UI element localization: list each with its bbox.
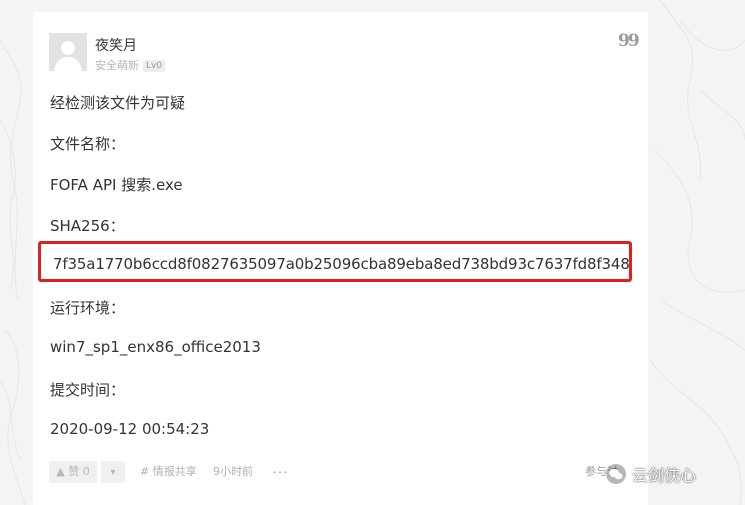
post-card: 夜笑月 安全萌新 Lv0 99 经检测该文件为可疑 文件名称： FOFA API … — [33, 12, 648, 505]
environment-value: win7_sp1_enx86_office2013 — [50, 338, 261, 356]
detection-result: 经检测该文件为可疑 — [50, 94, 186, 112]
tag-link[interactable]: # 情报共享 — [140, 461, 197, 483]
level-badge: Lv0 — [143, 60, 166, 72]
more-options-button[interactable]: ··· — [272, 461, 289, 481]
upvote-icon: ▲ — [56, 465, 65, 478]
watermark-text: 云剑侠心 — [632, 466, 697, 485]
sha256-highlight-box: 7f35a1770b6ccd8f0827635097a0b25096cba89e… — [38, 241, 632, 282]
downvote-icon: ▼ — [108, 467, 118, 477]
sha256-value: 7f35a1770b6ccd8f0827635097a0b25096cba89e… — [53, 255, 630, 273]
avatar[interactable] — [49, 33, 87, 71]
file-name-value: FOFA API 搜索.exe — [50, 176, 183, 194]
like-count: 0 — [82, 465, 90, 478]
user-silhouette-icon — [54, 41, 82, 71]
file-name-label: 文件名称： — [50, 135, 126, 153]
wechat-watermark: 云剑侠心 — [606, 460, 696, 488]
tag-label: 情报共享 — [152, 465, 197, 478]
sha256-label: SHA256： — [50, 217, 125, 235]
user-role: 安全萌新 Lv0 — [95, 57, 166, 73]
like-label: 赞 — [68, 465, 80, 478]
hash-icon: # — [140, 465, 150, 478]
post-footer: ▲ 赞 0 ▼ # 情报共享 9小时前 ··· 参与讨 — [49, 461, 639, 483]
role-label: 安全萌新 — [95, 59, 139, 72]
environment-label: 运行环境： — [50, 299, 126, 317]
submit-time-label: 提交时间： — [50, 381, 126, 399]
username[interactable]: 夜笑月 — [95, 35, 137, 55]
wechat-icon — [606, 464, 626, 484]
submit-time-value: 2020-09-12 00:54:23 — [50, 420, 210, 438]
post-time: 9小时前 — [213, 465, 253, 478]
quote-icon[interactable]: 99 — [618, 31, 640, 51]
like-button[interactable]: ▲ 赞 0 — [49, 461, 97, 483]
downvote-button[interactable]: ▼ — [101, 461, 125, 483]
